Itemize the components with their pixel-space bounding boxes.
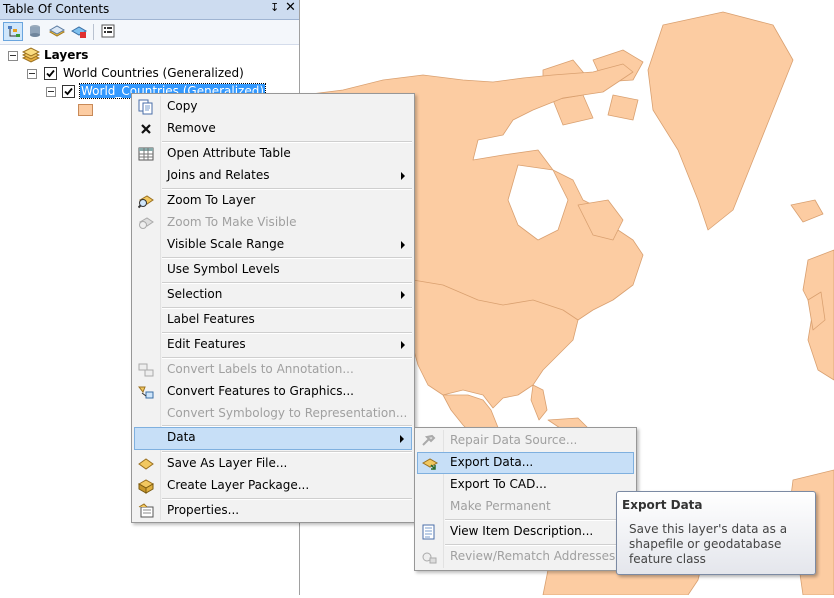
menu-item-review-rematch-addresses[interactable]: Review/Rematch Addresses...	[417, 546, 634, 567]
greenland	[647, 11, 794, 231]
menu-item-zoom-to-make-visible[interactable]: Zoom To Make Visible	[134, 212, 412, 233]
menu-item-copy[interactable]: Copy	[134, 96, 412, 117]
toc-toolbar	[0, 20, 299, 45]
collapse-toggle[interactable]	[27, 69, 37, 79]
menu-item-visible-scale-range[interactable]: Visible Scale Range	[134, 234, 412, 255]
submenu-arrow-icon	[401, 341, 405, 349]
menu-item-convert-labels-to-annotation[interactable]: Convert Labels to Annotation...	[134, 359, 412, 380]
layer-visibility-checkbox[interactable]	[62, 85, 75, 98]
tooltip-description: Save this layer's data as a shapefile or…	[629, 522, 788, 566]
layer-symbol-swatch[interactable]	[78, 104, 93, 116]
rematch-addresses-icon	[421, 549, 437, 565]
list-by-selection-icon[interactable]	[69, 22, 89, 41]
menu-item-selection[interactable]: Selection	[134, 284, 412, 305]
layers-icon	[21, 47, 41, 66]
remove-icon	[138, 121, 154, 137]
florida	[530, 384, 548, 421]
submenu-arrow-icon	[401, 241, 405, 249]
layer-package-icon	[137, 478, 155, 494]
group-visibility-checkbox[interactable]	[44, 67, 57, 80]
menu-item-save-as-layer-file[interactable]: Save As Layer File...	[134, 453, 412, 474]
zoom-to-layer-icon	[137, 193, 154, 209]
menu-item-convert-features-to-graphics[interactable]: Convert Features to Graphics...	[134, 381, 412, 402]
tooltip-title: Export Data	[622, 498, 703, 512]
menu-item-export-to-cad[interactable]: Export To CAD...	[417, 474, 634, 495]
menu-item-export-data[interactable]: Export Data...	[417, 452, 634, 474]
menu-item-create-layer-package[interactable]: Create Layer Package...	[134, 475, 412, 496]
properties-icon	[138, 503, 154, 519]
menu-item-make-permanent[interactable]: Make Permanent	[417, 496, 634, 517]
toolbar-separator	[93, 24, 94, 40]
menu-item-convert-symbology-to-representation[interactable]: Convert Symbology to Representation...	[134, 403, 412, 424]
iceland	[790, 199, 824, 223]
menu-item-properties[interactable]: Properties...	[134, 500, 412, 521]
menu-item-zoom-to-layer[interactable]: Zoom To Layer	[134, 190, 412, 211]
arctic-island	[607, 94, 639, 121]
attribute-table-icon	[138, 146, 154, 162]
list-by-drawing-order-icon[interactable]	[3, 22, 23, 41]
collapse-toggle[interactable]	[46, 87, 56, 97]
item-description-icon	[421, 524, 437, 540]
repair-data-source-icon	[421, 433, 437, 449]
menu-item-joins-and-relates[interactable]: Joins and Relates	[134, 165, 412, 186]
list-by-source-icon[interactable]	[25, 22, 45, 41]
submenu-arrow-icon	[401, 291, 405, 299]
menu-item-use-symbol-levels[interactable]: Use Symbol Levels	[134, 259, 412, 280]
convert-features-icon	[137, 384, 154, 400]
menu-item-remove[interactable]: Remove	[134, 118, 412, 139]
export-data-tooltip: Export Data Save this layer's data as a …	[616, 491, 816, 575]
tree-row-layers: Layers	[0, 47, 299, 64]
layers-label[interactable]: Layers	[44, 48, 88, 62]
submenu-arrow-icon	[400, 435, 404, 443]
group-layer-label[interactable]: World Countries (Generalized)	[63, 66, 244, 80]
pin-icon[interactable]: ↧	[270, 1, 279, 14]
data-submenu: Repair Data Source... Export Data... Exp…	[414, 427, 637, 571]
menu-item-repair-data-source[interactable]: Repair Data Source...	[417, 430, 634, 451]
close-icon[interactable]: ✕	[285, 0, 296, 15]
export-data-icon	[421, 455, 439, 471]
options-icon[interactable]	[98, 22, 118, 41]
zoom-to-visible-icon	[138, 215, 154, 231]
menu-item-data[interactable]: Data	[134, 427, 412, 450]
menu-item-label-features[interactable]: Label Features	[134, 309, 412, 330]
collapse-toggle[interactable]	[8, 51, 18, 61]
convert-labels-icon	[138, 362, 154, 378]
menu-item-open-attribute-table[interactable]: Open Attribute Table	[134, 143, 412, 164]
copy-icon	[138, 99, 154, 115]
list-by-visibility-icon[interactable]	[47, 22, 67, 41]
save-layer-file-icon	[138, 456, 154, 472]
layer-context-menu: Copy Remove Open Attribute Table Joins a…	[131, 93, 415, 523]
toc-title: Table Of Contents	[3, 2, 110, 16]
toc-title-bar: Table Of Contents ↧ ✕	[0, 0, 299, 20]
menu-item-edit-features[interactable]: Edit Features	[134, 334, 412, 355]
submenu-arrow-icon	[401, 172, 405, 180]
tree-row-group: World Countries (Generalized)	[0, 65, 299, 82]
menu-item-view-item-description[interactable]: View Item Description...	[417, 521, 634, 542]
